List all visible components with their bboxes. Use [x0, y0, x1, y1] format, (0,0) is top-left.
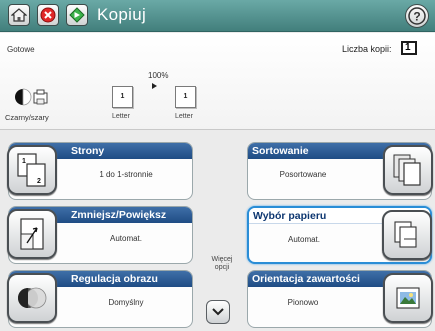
tile-image-adjust-value: Domyślny — [108, 298, 144, 307]
tile-sides-value: 1 do 1-stronnie — [99, 170, 153, 179]
content-orientation-button[interactable] — [383, 273, 433, 323]
sides-button[interactable]: 1 2 — [7, 145, 57, 195]
copies-label: Liczba kopii: — [342, 44, 392, 54]
top-bar: Kopiuj ? — [0, 0, 435, 32]
image-adjust-icon — [18, 287, 47, 309]
source-size-label: Letter — [112, 113, 130, 120]
target-size-label: Letter — [175, 113, 193, 120]
copies-input[interactable]: 1 — [401, 41, 417, 55]
collate-icon — [393, 154, 421, 186]
color-mode-icon — [15, 88, 48, 106]
tile-sides[interactable]: Strony 1 do 1-stronnie 1 2 — [7, 142, 193, 200]
svg-text:?: ? — [413, 10, 420, 24]
start-icon — [69, 7, 85, 23]
more-options-label-line2: opcji — [214, 264, 230, 271]
target-page-icon: 1 — [175, 86, 196, 108]
collate-button[interactable] — [383, 145, 433, 195]
reduce-enlarge-icon — [20, 218, 44, 250]
status-text: Gotowe — [7, 45, 35, 54]
stop-icon — [40, 7, 56, 23]
paper-select-icon — [394, 221, 417, 248]
start-copy-button[interactable] — [66, 4, 88, 26]
zoom-level: 100% — [148, 71, 169, 80]
source-page-icon: 1 — [112, 86, 133, 108]
app-title: Kopiuj — [97, 5, 147, 24]
image-adjust-button[interactable] — [7, 273, 57, 323]
more-options-label: Więcej opcji — [202, 256, 242, 272]
reduce-enlarge-button[interactable] — [7, 209, 57, 259]
copy-screen: Kopiuj ? Gotowe Liczba kopii: 1 100% 1 1… — [0, 0, 435, 331]
tile-collate[interactable]: Sortowanie Posortowane — [247, 142, 433, 200]
chevron-down-icon — [212, 308, 224, 316]
home-button[interactable] — [8, 4, 30, 26]
tile-reduce-enlarge-value: Automat. — [109, 234, 142, 243]
tile-content-orientation[interactable]: Orientacja zawartości Pionowo — [247, 270, 433, 328]
tile-image-adjust[interactable]: Regulacja obrazu Domyślny — [7, 270, 193, 328]
svg-text:1: 1 — [22, 158, 26, 165]
stop-button[interactable] — [37, 4, 59, 26]
svg-text:2: 2 — [37, 178, 41, 185]
home-icon — [11, 8, 27, 22]
paper-select-button[interactable] — [382, 210, 432, 260]
help-button[interactable]: ? — [405, 4, 429, 28]
status-area: Gotowe Liczba kopii: 1 100% 1 1 Letter L… — [0, 33, 435, 130]
arrow-right-icon — [152, 83, 157, 89]
tile-paper-select-value: Automat. — [287, 235, 320, 244]
duplex-pages-icon: 1 2 — [17, 153, 46, 187]
more-options-button[interactable] — [206, 300, 230, 324]
more-options-label-line1: Więcej — [211, 256, 233, 263]
help-icon: ? — [408, 7, 426, 25]
tile-paper-select[interactable]: Wybór papieru Automat. — [247, 206, 432, 264]
tile-content-orientation-value: Pionowo — [287, 298, 319, 307]
tile-reduce-enlarge[interactable]: Zmniejsz/Powiększ Automat. — [7, 206, 193, 264]
content-orientation-icon — [396, 287, 420, 309]
tile-collate-value: Posortowane — [279, 170, 327, 179]
color-mode-label: Czarny/szary — [5, 113, 49, 122]
